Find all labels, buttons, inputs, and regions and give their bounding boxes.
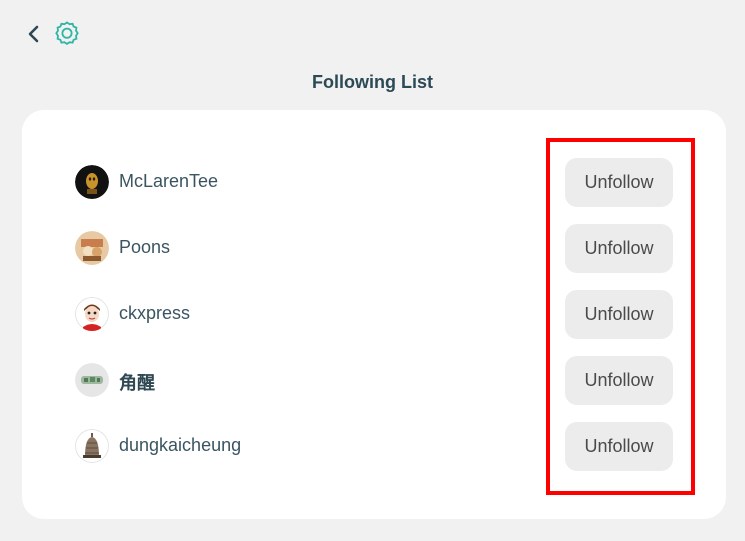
- username[interactable]: McLarenTee: [119, 171, 218, 192]
- list-item: McLarenTee Unfollow: [22, 158, 726, 208]
- page-title: Following List: [312, 72, 433, 92]
- unfollow-button[interactable]: Unfollow: [565, 224, 673, 273]
- avatar-icon: [75, 363, 109, 397]
- username[interactable]: ckxpress: [119, 303, 190, 324]
- avatar-icon: [75, 429, 109, 463]
- avatar[interactable]: [75, 363, 109, 397]
- avatar[interactable]: [75, 429, 109, 463]
- username[interactable]: dungkaicheung: [119, 435, 241, 456]
- unfollow-button[interactable]: Unfollow: [565, 290, 673, 339]
- avatar-icon: [75, 165, 109, 199]
- avatar[interactable]: [75, 231, 109, 265]
- avatar[interactable]: [75, 297, 109, 331]
- unfollow-button[interactable]: Unfollow: [565, 422, 673, 471]
- unfollow-button[interactable]: Unfollow: [565, 356, 673, 405]
- following-list-card: McLarenTee Unfollow Poons Unfollow ckxpr…: [22, 110, 726, 519]
- list-item: Poons Unfollow: [22, 224, 726, 274]
- list-item: dungkaicheung Unfollow: [22, 422, 726, 472]
- username[interactable]: Poons: [119, 237, 170, 258]
- avatar-icon: [75, 297, 109, 331]
- list-item: ckxpress Unfollow: [22, 290, 726, 340]
- gear-icon[interactable]: [52, 19, 82, 49]
- avatar[interactable]: [75, 165, 109, 199]
- unfollow-button[interactable]: Unfollow: [565, 158, 673, 207]
- chevron-left-icon[interactable]: [24, 19, 44, 49]
- list-item: 角醒 Unfollow: [22, 356, 726, 406]
- username[interactable]: 角醒: [119, 369, 155, 395]
- top-bar: [24, 18, 82, 50]
- avatar-icon: [75, 231, 109, 265]
